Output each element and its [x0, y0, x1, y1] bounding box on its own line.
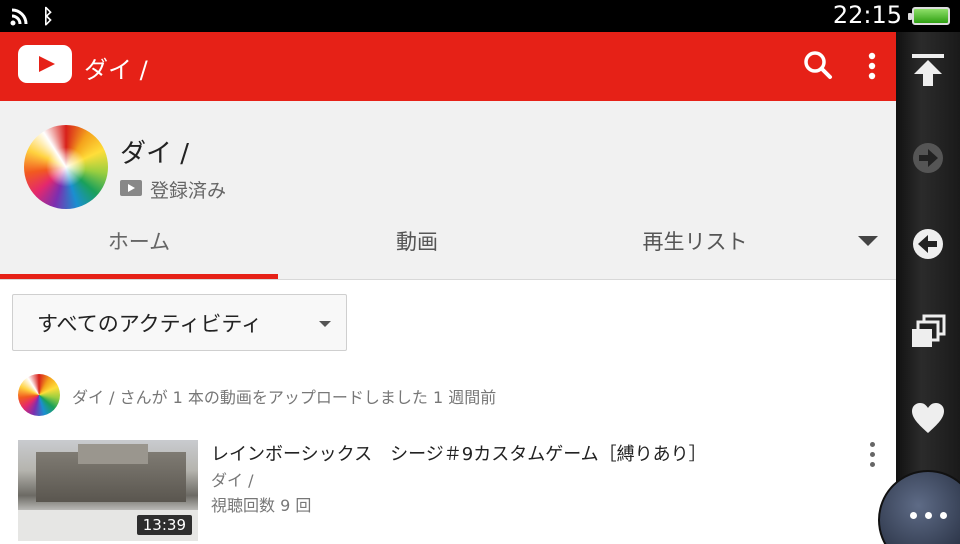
video-views: 視聴回数 9 回 — [211, 496, 312, 515]
app-bar: ダイ / — [0, 32, 896, 101]
video-duration: 13:39 — [136, 515, 192, 535]
tab-home[interactable]: ホーム — [0, 209, 278, 279]
tab-videos[interactable]: 動画 — [278, 209, 556, 279]
thumbnail-scene-roof — [78, 444, 148, 464]
screen: ᛒ 22:15 ダイ / ダイ / 登録済み ホーム 動画 再生リスト すべての… — [0, 0, 960, 544]
windows-icon[interactable] — [908, 312, 948, 352]
status-bar: ᛒ 22:15 — [0, 0, 960, 32]
activity-filter-dropdown[interactable]: すべてのアクティビティ — [12, 294, 347, 351]
subscribed-icon — [120, 180, 142, 196]
dot — [870, 442, 875, 447]
search-icon[interactable] — [800, 48, 836, 84]
bluetooth-icon: ᛒ — [42, 4, 54, 28]
tab-playlists[interactable]: 再生リスト — [556, 209, 834, 279]
channel-avatar[interactable] — [24, 125, 108, 209]
channel-header: ダイ / 登録済み — [0, 101, 896, 209]
dot — [870, 462, 875, 467]
battery-icon — [908, 7, 950, 25]
menu-dot — [925, 512, 932, 519]
channel-name: ダイ / — [120, 139, 190, 169]
activity-filter-value: すべてのアクティビティ — [37, 312, 263, 336]
wifi-icon — [10, 8, 28, 26]
system-side-bar — [896, 32, 960, 544]
menu-dot — [940, 512, 947, 519]
activity-text: ダイ / さんが 1 本の動画をアップロードしました 1 週間前 — [72, 388, 497, 407]
youtube-logo-icon[interactable] — [18, 45, 72, 83]
back-icon[interactable] — [908, 224, 948, 264]
video-thumbnail[interactable]: 13:39 — [18, 440, 198, 541]
more-vert-icon[interactable] — [856, 48, 888, 84]
subscribed-label[interactable]: 登録済み — [150, 176, 226, 203]
favorite-icon[interactable] — [908, 398, 948, 438]
tabs-overflow-icon[interactable] — [858, 236, 878, 246]
dot — [870, 452, 875, 457]
youtube-app: ダイ / ダイ / 登録済み ホーム 動画 再生リスト すべてのアクティビティ … — [0, 32, 896, 544]
app-bar-title: ダイ / — [84, 56, 148, 84]
video-more-icon[interactable] — [862, 440, 882, 470]
video-channel: ダイ / — [211, 471, 254, 490]
forward-icon[interactable] — [908, 138, 948, 178]
video-title[interactable]: レインボーシックス シージ＃9カスタムゲーム［縛りあり］ — [211, 440, 707, 466]
activity-avatar[interactable] — [18, 374, 60, 416]
scroll-top-icon[interactable] — [908, 50, 948, 90]
clock: 22:15 — [832, 1, 902, 29]
channel-tabs: ホーム 動画 再生リスト — [0, 209, 896, 280]
menu-dot — [910, 512, 917, 519]
video-list-item[interactable]: 13:39 レインボーシックス シージ＃9カスタムゲーム［縛りあり］ ダイ / … — [0, 432, 896, 544]
caret-down-icon — [319, 321, 331, 327]
